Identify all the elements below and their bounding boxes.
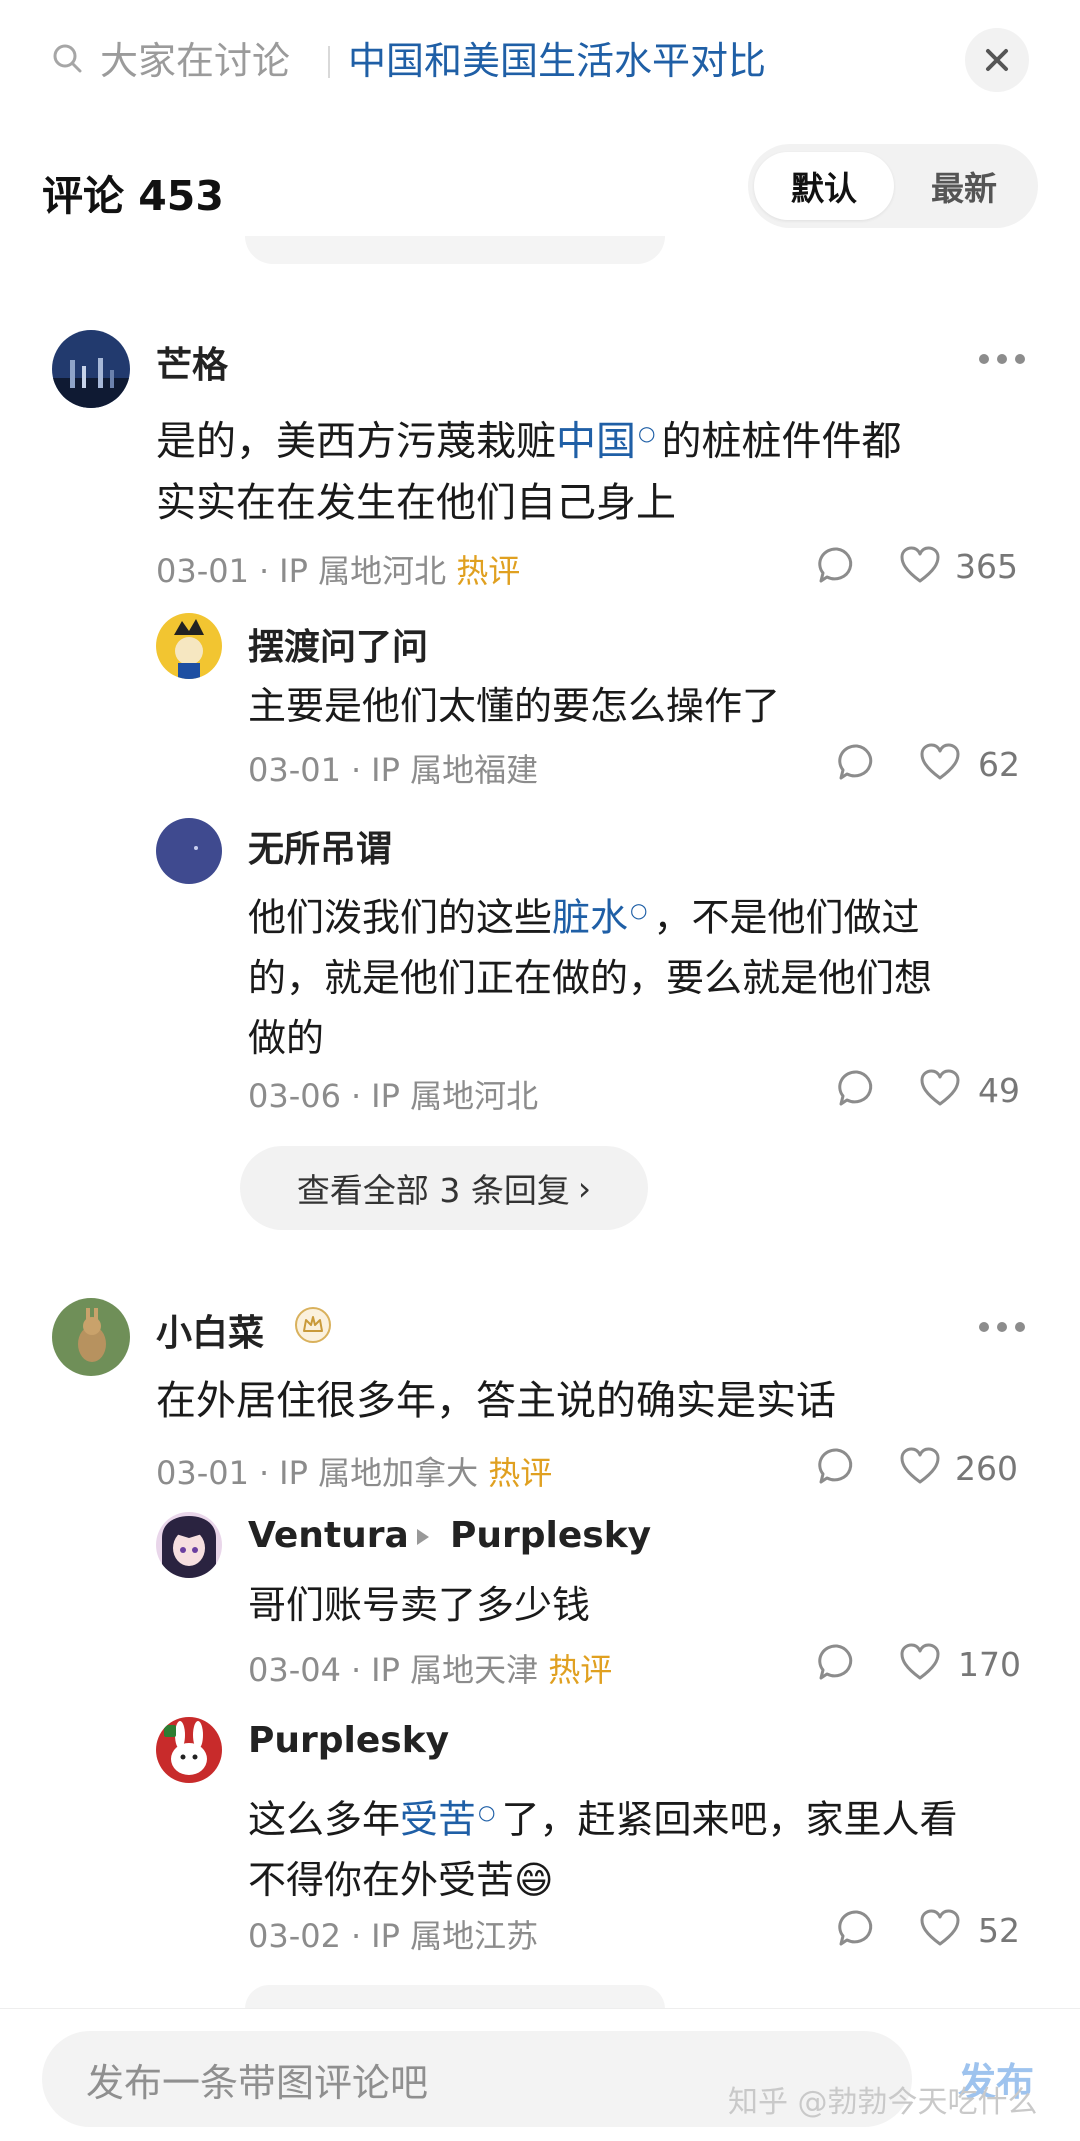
more-options-icon[interactable] bbox=[977, 1320, 1027, 1334]
replier-name[interactable]: Ventura bbox=[248, 1515, 409, 1556]
reply-text: 哥们账号卖了多少钱 bbox=[248, 1583, 591, 1627]
discussion-topic-link[interactable]: 中国和美国生活水平对比 bbox=[348, 30, 766, 85]
reply-icon[interactable] bbox=[837, 1908, 877, 1948]
hot-comment-badge: 热评 bbox=[488, 1454, 553, 1492]
reply-text: 这么多年受苦 ○ 了，赶紧回来吧，家里人看 不得你在外受苦😄 bbox=[248, 1797, 958, 1902]
crown-badge-icon bbox=[295, 1307, 331, 1343]
like-icon[interactable] bbox=[919, 742, 961, 782]
reply-icon[interactable] bbox=[817, 1642, 857, 1682]
keyword-link[interactable]: 受苦 bbox=[400, 1798, 476, 1842]
watermark: 知乎 @勃勃今天吃什么 bbox=[728, 2085, 1038, 2120]
comment-text: 在外居住很多年，答主说的确实是实话 bbox=[156, 1378, 836, 1424]
keyword-link[interactable]: 脏水 bbox=[552, 896, 628, 940]
avatar[interactable] bbox=[156, 1717, 222, 1783]
top-search-bar[interactable]: 大家在讨论 中国和美国生活水平对比 bbox=[0, 0, 1080, 122]
like-icon[interactable] bbox=[899, 545, 941, 585]
comment-meta: 03-01 · IP 属地加拿大 热评 bbox=[156, 1454, 553, 1492]
hot-comment-badge: 热评 bbox=[548, 1651, 613, 1689]
view-all-replies-button[interactable]: 查看全部 3 条回复 › bbox=[240, 1146, 648, 1230]
like-icon[interactable] bbox=[919, 1908, 961, 1948]
next-expand-pill[interactable] bbox=[245, 1985, 665, 2009]
like-count: 49 bbox=[978, 1071, 1020, 1110]
comment-text: 是的，美西方污蔑栽赃中国 ○ 的桩桩件件都 实实在在发生在他们自己身上 bbox=[156, 418, 902, 527]
close-icon bbox=[986, 49, 1008, 71]
previous-expand-pill[interactable] bbox=[245, 236, 665, 264]
like-count: 170 bbox=[958, 1645, 1021, 1684]
more-options-icon[interactable] bbox=[977, 352, 1027, 366]
reply-icon[interactable] bbox=[837, 742, 877, 782]
comment-composer-bar: 发布一条带图评论吧 发布 知乎 @勃勃今天吃什么 bbox=[0, 2008, 1080, 2141]
replier-name[interactable]: 无所吊谓 bbox=[248, 820, 392, 872]
like-icon[interactable] bbox=[899, 1446, 941, 1486]
commenter-name[interactable]: 小白菜 bbox=[156, 1304, 264, 1356]
search-mini-icon: ○ bbox=[478, 1800, 496, 1824]
avatar[interactable] bbox=[52, 330, 130, 408]
comment-meta: 03-01 · IP 属地河北 热评 bbox=[156, 552, 521, 590]
like-count: 365 bbox=[955, 547, 1018, 586]
grinning-emoji: 😄 bbox=[514, 1857, 554, 1902]
reply-meta: 03-04 · IP 属地天津 热评 bbox=[248, 1651, 613, 1689]
reply-meta: 03-01 · IP 属地福建 bbox=[248, 751, 539, 789]
search-mini-icon: ○ bbox=[638, 421, 656, 445]
reply-to-name[interactable]: Purplesky bbox=[450, 1515, 651, 1556]
search-icon bbox=[53, 44, 82, 72]
reply-to-arrow-icon bbox=[417, 1529, 429, 1545]
like-count: 260 bbox=[955, 1449, 1018, 1488]
hot-comment-badge: 热评 bbox=[456, 552, 521, 590]
keyword-link[interactable]: 中国 bbox=[556, 418, 636, 464]
avatar[interactable] bbox=[156, 818, 222, 884]
reply-meta: 03-06 · IP 属地河北 bbox=[248, 1077, 539, 1115]
search-mini-icon: ○ bbox=[630, 898, 648, 922]
search-prefix-label: 大家在讨论 bbox=[100, 39, 291, 83]
reply-icon[interactable] bbox=[817, 1446, 857, 1486]
sort-latest-tab[interactable]: 最新 bbox=[894, 152, 1034, 220]
search-prefix[interactable]: 大家在讨论 bbox=[52, 30, 290, 85]
comments-count-title: 评论 453 bbox=[42, 172, 224, 220]
reply-text: 主要是他们太懂的要怎么操作了 bbox=[248, 684, 781, 728]
reply-meta: 03-02 · IP 属地江苏 bbox=[248, 1917, 539, 1955]
chevron-right-icon: › bbox=[577, 1168, 592, 1208]
like-icon[interactable] bbox=[899, 1642, 941, 1682]
close-button[interactable] bbox=[965, 28, 1029, 92]
reply-icon[interactable] bbox=[837, 1068, 877, 1108]
sort-toggle[interactable]: 默认 最新 bbox=[748, 144, 1038, 228]
replier-name[interactable]: Purplesky bbox=[248, 1720, 449, 1761]
comments-header: 评论 453 默认 最新 bbox=[0, 140, 1080, 240]
avatar[interactable] bbox=[156, 1512, 222, 1578]
reply-icon[interactable] bbox=[817, 545, 857, 585]
commenter-name[interactable]: 芒格 bbox=[156, 336, 228, 388]
like-count: 52 bbox=[978, 1911, 1020, 1950]
like-icon[interactable] bbox=[919, 1068, 961, 1108]
avatar[interactable] bbox=[156, 613, 222, 679]
reply-text: 他们泼我们的这些脏水 ○ ，不是他们做过 的，就是他们正在做的，要么就是他们想 做的 bbox=[248, 895, 933, 1060]
avatar[interactable] bbox=[52, 1298, 130, 1376]
sort-default-tab[interactable]: 默认 bbox=[754, 152, 894, 220]
search-divider bbox=[328, 46, 330, 78]
like-count: 62 bbox=[978, 745, 1020, 784]
replier-name[interactable]: 摆渡问了问 bbox=[248, 618, 428, 670]
